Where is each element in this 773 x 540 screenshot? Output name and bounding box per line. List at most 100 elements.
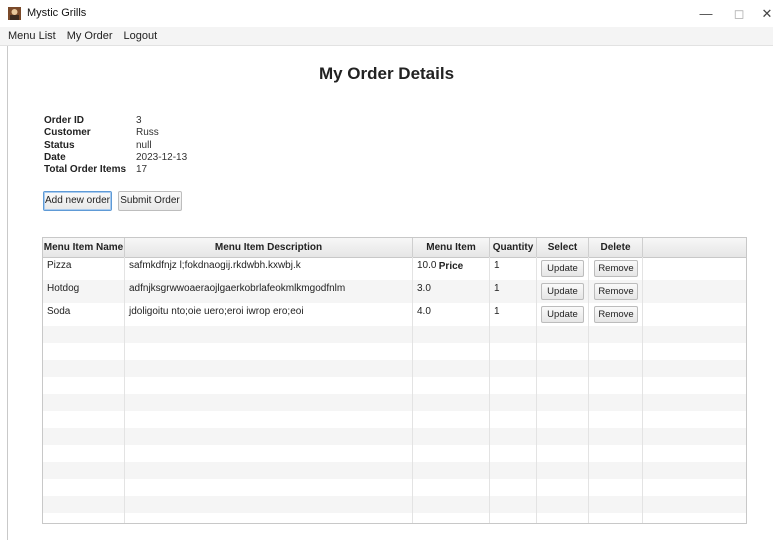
table-row[interactable]: Soda jdoligoitu nto;oie uero;eroi iwrop … (43, 303, 746, 326)
order-id-value: 3 (136, 115, 142, 126)
empty-cell (589, 479, 643, 496)
empty-cell (125, 496, 413, 513)
empty-cell (43, 411, 125, 428)
empty-cell (537, 513, 589, 523)
update-button[interactable]: Update (541, 306, 584, 323)
empty-cell (537, 343, 589, 360)
empty-cell (490, 513, 537, 523)
empty-cell (589, 360, 643, 377)
empty-cell (413, 513, 490, 523)
empty-cell (589, 428, 643, 445)
app-logo-icon (8, 7, 21, 20)
empty-table-row (43, 496, 746, 513)
empty-cell (413, 445, 490, 462)
empty-cell (643, 445, 746, 462)
empty-cell (589, 343, 643, 360)
table-row[interactable]: Pizza safmkdfnjz l;fokdnaogij.rkdwbh.kxw… (43, 257, 746, 280)
empty-cell (537, 326, 589, 343)
cell-price: 4.0 (413, 303, 490, 326)
update-button[interactable]: Update (541, 283, 584, 300)
empty-cell (537, 428, 589, 445)
cell-name: Pizza (43, 257, 125, 280)
empty-cell (43, 326, 125, 343)
empty-cell (537, 479, 589, 496)
cell-description: adfnjksgrwwoaeraojlgaerkobrlafeokmlkmgod… (125, 280, 413, 303)
empty-cell (537, 360, 589, 377)
empty-cell (537, 411, 589, 428)
empty-cell (413, 326, 490, 343)
empty-table-row (43, 445, 746, 462)
window-title: Mystic Grills (27, 7, 87, 19)
empty-cell (125, 445, 413, 462)
empty-cell (490, 326, 537, 343)
column-header-description[interactable]: Menu Item Description (125, 238, 413, 257)
update-button[interactable]: Update (541, 260, 584, 277)
date-row: Date 2023-12-13 (44, 152, 187, 164)
empty-cell (643, 462, 746, 479)
empty-cell (43, 343, 125, 360)
empty-cell (43, 513, 125, 523)
status-value: null (136, 139, 152, 151)
status-row: Status null (44, 140, 187, 152)
column-header-quantity[interactable]: Quantity (490, 238, 537, 257)
column-header-delete[interactable]: Delete (589, 238, 643, 257)
empty-cell (643, 360, 746, 377)
order-items-table: Menu Item Name Menu Item Description Men… (42, 237, 747, 524)
menu-item-menu-list[interactable]: Menu List (8, 30, 56, 42)
customer-row: Customer Russ (44, 127, 187, 139)
cell-description: jdoligoitu nto;oie uero;eroi iwrop ero;e… (125, 303, 413, 326)
submit-order-button[interactable]: Submit Order (118, 191, 182, 211)
column-header-price[interactable]: Menu Item Price (413, 238, 490, 272)
empty-table-row (43, 462, 746, 479)
date-label: Date (44, 151, 66, 163)
table-row[interactable]: Hotdog adfnjksgrwwoaeraojlgaerkobrlafeok… (43, 280, 746, 303)
cell-name: Soda (43, 303, 125, 326)
empty-cell (43, 445, 125, 462)
minimize-icon[interactable]: — (689, 0, 723, 27)
empty-table-row (43, 377, 746, 394)
empty-cell (589, 377, 643, 394)
empty-cell (413, 479, 490, 496)
column-header-filler (643, 238, 746, 257)
empty-cell (490, 394, 537, 411)
menu-item-logout[interactable]: Logout (124, 30, 158, 42)
empty-cell (490, 479, 537, 496)
empty-cell (413, 377, 490, 394)
title-bar: Mystic Grills — ◻ ✕ (0, 0, 773, 27)
menu-bar: Menu List My Order Logout (0, 27, 773, 45)
remove-button[interactable]: Remove (594, 283, 638, 300)
cell-filler (643, 257, 746, 280)
column-header-select[interactable]: Select (537, 238, 589, 257)
cell-quantity: 1 (490, 257, 537, 280)
empty-cell (413, 360, 490, 377)
menu-item-my-order[interactable]: My Order (67, 30, 113, 42)
empty-cell (413, 496, 490, 513)
empty-cell (589, 326, 643, 343)
customer-value: Russ (136, 127, 159, 139)
close-icon[interactable]: ✕ (750, 0, 773, 27)
empty-cell (589, 462, 643, 479)
empty-cell (125, 394, 413, 411)
empty-cell (43, 496, 125, 513)
empty-cell (43, 428, 125, 445)
column-header-name[interactable]: Menu Item Name (43, 238, 125, 257)
empty-table-row (43, 428, 746, 445)
empty-cell (537, 377, 589, 394)
empty-cell (643, 343, 746, 360)
order-id-row: Order ID 3 (44, 115, 187, 127)
empty-cell (643, 411, 746, 428)
empty-cell (490, 411, 537, 428)
table-header: Menu Item Name Menu Item Description Men… (43, 238, 746, 272)
date-value: 2023-12-13 (136, 151, 188, 163)
cell-price: 10.0 (413, 257, 490, 280)
empty-cell (125, 479, 413, 496)
empty-cell (537, 496, 589, 513)
empty-cell (43, 462, 125, 479)
empty-cell (643, 496, 746, 513)
remove-button[interactable]: Remove (594, 260, 638, 277)
empty-table-row (43, 343, 746, 360)
remove-button[interactable]: Remove (594, 306, 638, 323)
empty-cell (490, 445, 537, 462)
empty-cell (643, 377, 746, 394)
add-new-order-button[interactable]: Add new order (43, 191, 112, 211)
